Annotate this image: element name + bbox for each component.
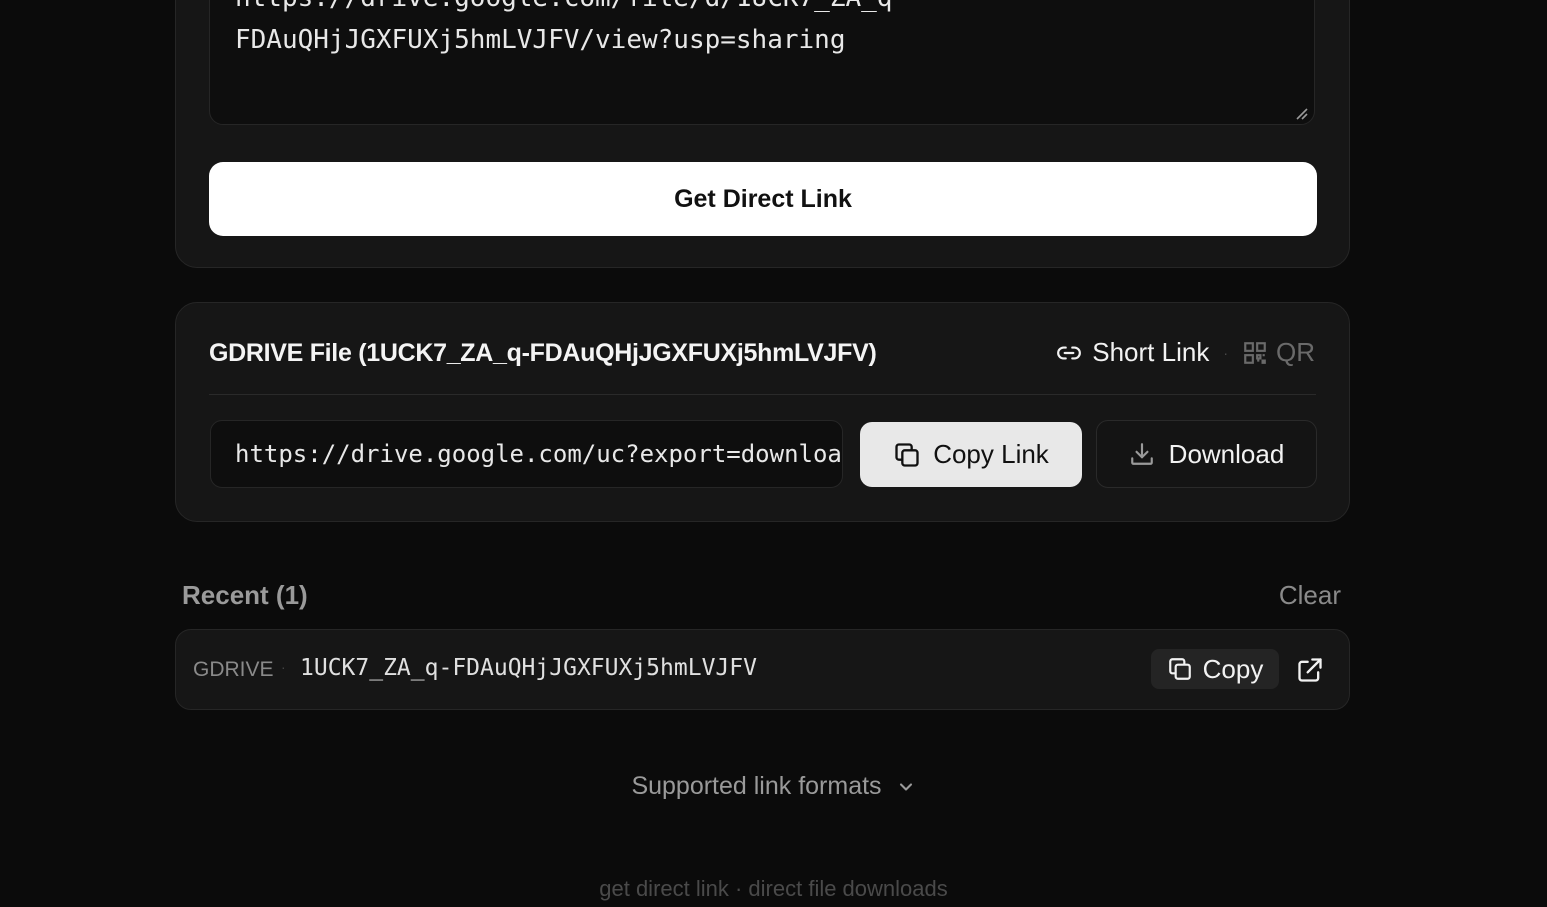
download-label: Download (1168, 438, 1285, 469)
result-card: GDRIVE File (1UCK7_ZA_q-FDAuQHjJGXFUXj5h… (175, 302, 1350, 522)
external-link-icon[interactable] (1296, 656, 1324, 684)
recent-item-id: 1UCK7_ZA_q-FDAuQHjJGXFUXj5hmLVJFV (300, 655, 757, 681)
recent-title: Recent (1) (182, 580, 308, 610)
clear-recent-button[interactable]: Clear (1279, 580, 1341, 611)
action-separator: · (1223, 344, 1228, 361)
divider (209, 394, 1316, 395)
qr-button[interactable]: QR (1242, 337, 1315, 368)
supported-formats-toggle[interactable]: Supported link formats (0, 772, 1547, 801)
recent-list-item[interactable]: GDRIVE · 1UCK7_ZA_q-FDAuQHjJGXFUXj5hmLVJ… (175, 629, 1350, 710)
resize-grip-icon[interactable] (1294, 106, 1308, 120)
link-input-card: https://drive.google.com/file/d/1UCK7_ZA… (175, 0, 1350, 268)
footer-tagline: get direct link · direct file downloads (599, 876, 948, 901)
download-icon (1130, 443, 1153, 465)
recent-item-separator: · (281, 659, 286, 675)
recent-copy-label: Copy (1202, 653, 1264, 684)
result-title: GDRIVE File (1UCK7_ZA_q-FDAuQHjJGXFUXj5h… (209, 339, 877, 367)
copy-icon (895, 442, 919, 467)
supported-formats-label: Supported link formats (631, 772, 882, 800)
link-textarea[interactable]: https://drive.google.com/file/d/1UCK7_ZA… (209, 0, 1315, 125)
copy-link-button[interactable]: Copy Link (860, 422, 1082, 487)
qr-label: QR (1276, 337, 1315, 367)
link-textarea-value[interactable]: https://drive.google.com/file/d/1UCK7_ZA… (235, 0, 1264, 77)
recent-item-type: GDRIVE (193, 658, 274, 681)
copy-link-label: Copy Link (933, 439, 1049, 469)
result-actions: Short Link · QR (1056, 337, 1315, 368)
short-link-label: Short Link (1092, 337, 1210, 367)
chevron-down-icon (899, 782, 912, 791)
copy-icon (1168, 658, 1191, 680)
direct-url-field[interactable]: https://drive.google.com/uc?export=downl… (210, 420, 843, 488)
recent-copy-button[interactable]: Copy (1151, 649, 1279, 689)
qr-code-icon (1244, 341, 1266, 364)
get-direct-link-button[interactable]: Get Direct Link (209, 162, 1317, 236)
short-link-button[interactable]: Short Link (1056, 337, 1209, 368)
download-button[interactable]: Download (1096, 420, 1317, 488)
link-icon (1057, 346, 1082, 359)
